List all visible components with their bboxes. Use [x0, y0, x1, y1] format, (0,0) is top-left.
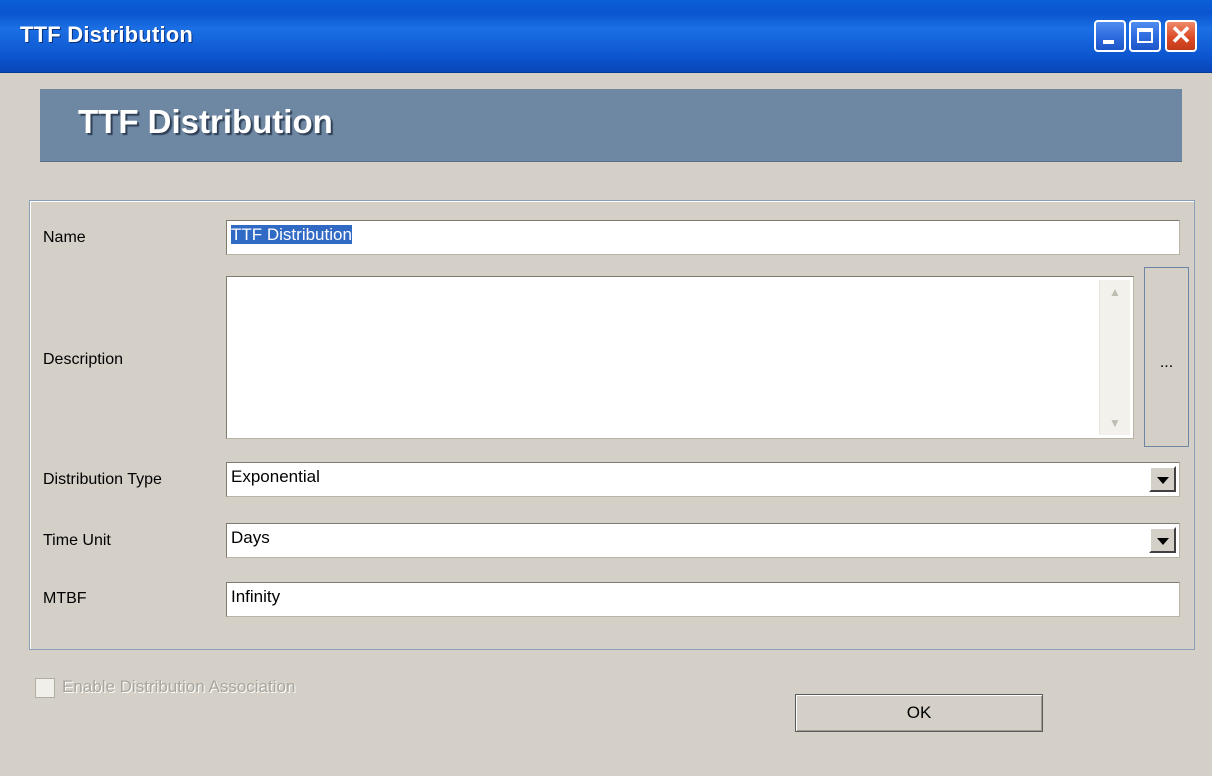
- minimize-icon: [1103, 40, 1114, 44]
- distribution-type-label: Distribution Type: [43, 471, 162, 488]
- close-button[interactable]: ✕: [1165, 20, 1197, 52]
- time-unit-dropdown-button[interactable]: [1149, 527, 1176, 553]
- name-value: TTF Distribution: [231, 225, 352, 244]
- mtbf-value: Infinity: [231, 587, 281, 606]
- window-title: TTF Distribution: [20, 22, 194, 47]
- name-field[interactable]: TTF Distribution: [226, 220, 1180, 255]
- close-icon: ✕: [1170, 20, 1192, 50]
- enable-distribution-association-checkbox[interactable]: [35, 678, 55, 698]
- time-unit-label: Time Unit: [43, 532, 111, 549]
- mtbf-label: MTBF: [43, 590, 87, 607]
- ok-button[interactable]: OK: [795, 694, 1043, 732]
- distribution-type-value: Exponential: [231, 467, 320, 486]
- title-bar[interactable]: TTF Distribution ✕: [0, 0, 1212, 73]
- mtbf-field[interactable]: Infinity: [226, 582, 1180, 617]
- distribution-type-select[interactable]: Exponential: [226, 462, 1180, 497]
- page-title: TTF Distribution: [78, 103, 333, 140]
- scroll-down-icon[interactable]: ▼: [1102, 411, 1128, 435]
- chevron-down-icon: [1157, 477, 1169, 484]
- maximize-icon: [1137, 28, 1153, 43]
- time-unit-value: Days: [231, 528, 270, 547]
- maximize-button[interactable]: [1129, 20, 1161, 52]
- enable-distribution-association-label: Enable Distribution Association: [62, 677, 296, 696]
- time-unit-select[interactable]: Days: [226, 523, 1180, 558]
- description-scrollbar[interactable]: ▲ ▼: [1099, 280, 1130, 435]
- description-expand-button[interactable]: ...: [1144, 267, 1189, 447]
- scroll-up-icon[interactable]: ▲: [1102, 280, 1128, 304]
- minimize-button[interactable]: [1094, 20, 1126, 52]
- description-textarea[interactable]: ▲ ▼: [226, 276, 1134, 439]
- chevron-down-icon: [1157, 538, 1169, 545]
- header-banner: TTF Distribution: [40, 89, 1182, 162]
- description-label: Description: [43, 351, 124, 368]
- distribution-type-dropdown-button[interactable]: [1149, 466, 1176, 492]
- name-label: Name: [43, 229, 86, 246]
